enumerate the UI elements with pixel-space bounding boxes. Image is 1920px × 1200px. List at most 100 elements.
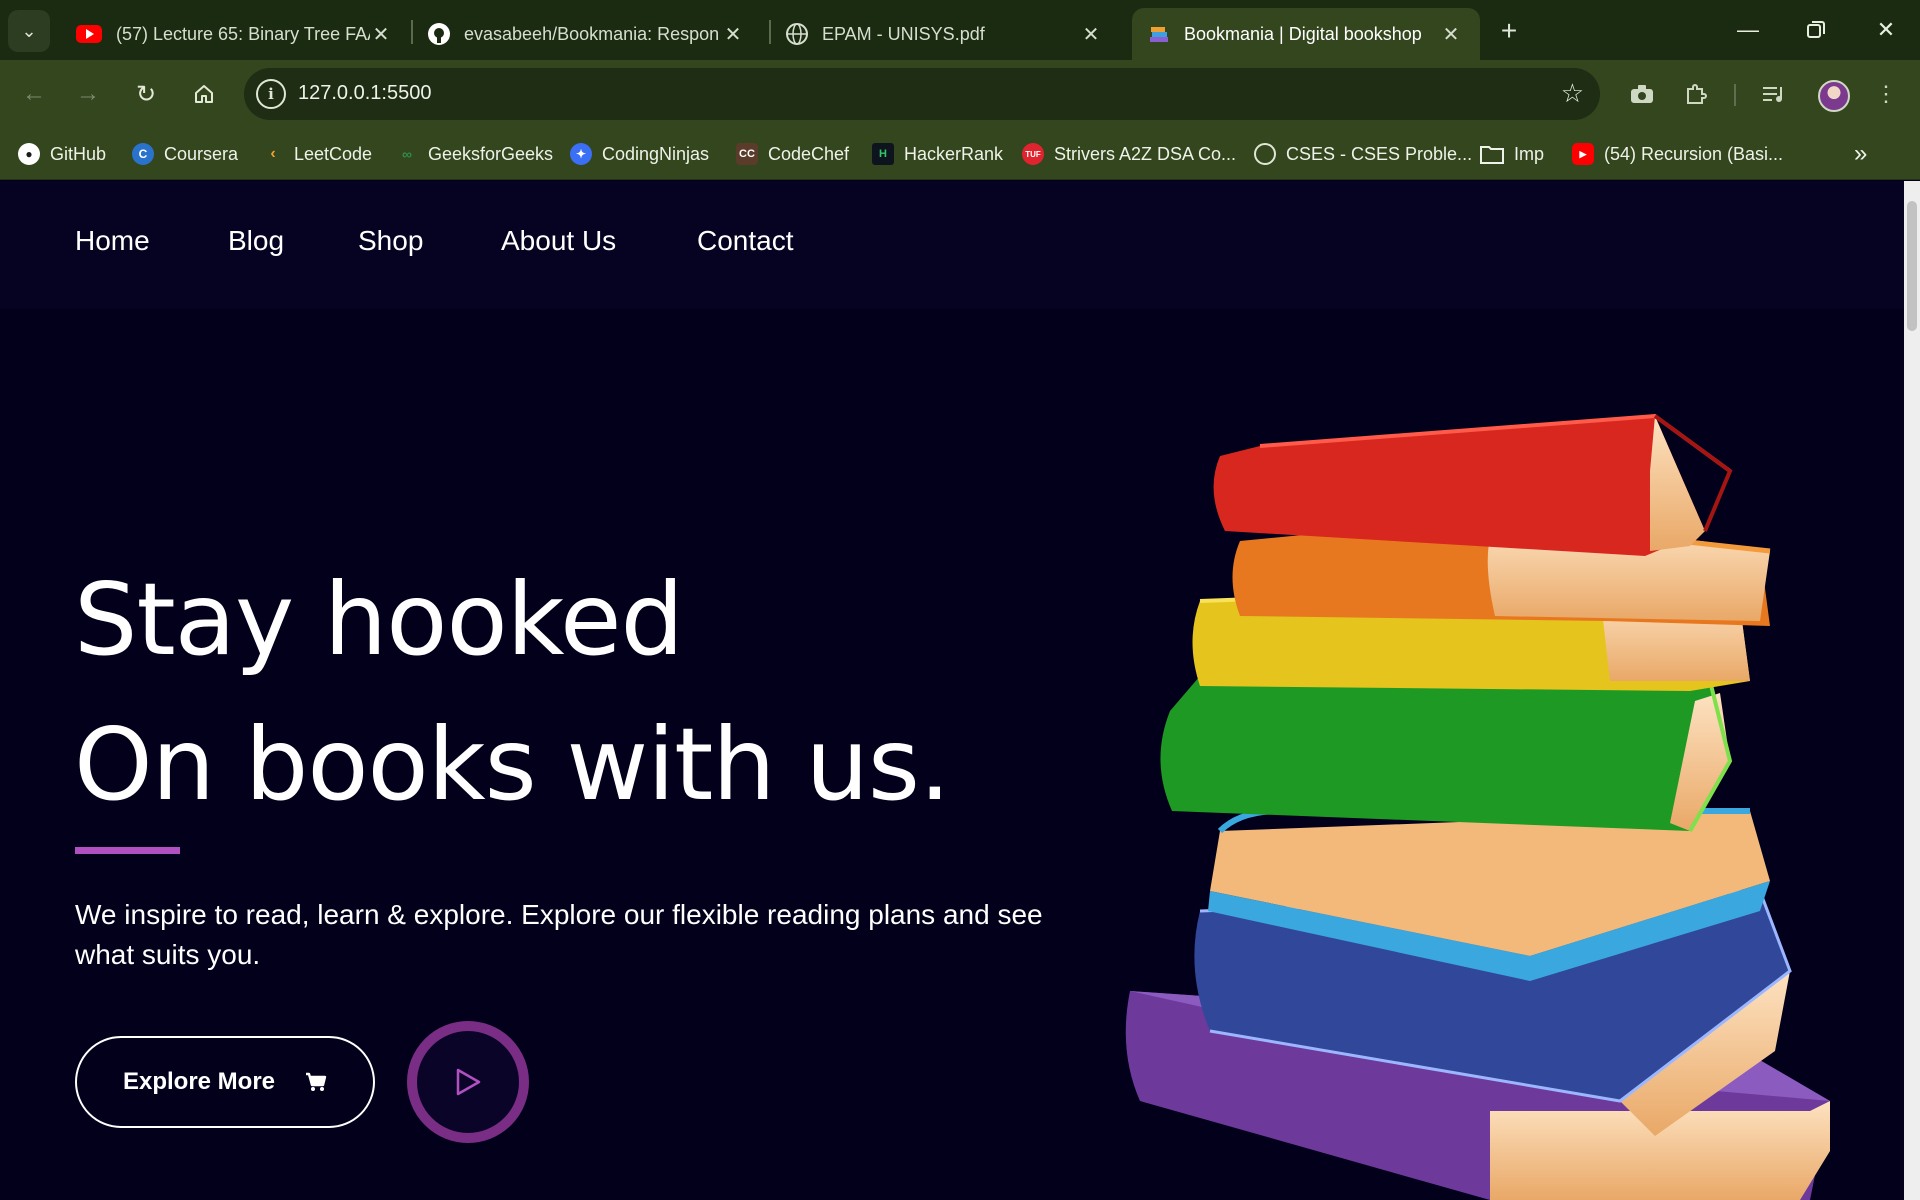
geeksforgeeks-icon: ∞ <box>402 146 412 162</box>
bookmark-label: CodeChef <box>768 143 850 164</box>
scrollbar-thumb[interactable] <box>1907 201 1917 331</box>
arrow-right-icon: → <box>76 80 100 107</box>
browser-toolbar: ← → ↻ i 127.0.0.1:5500 ☆ ⋮ <box>0 60 1920 128</box>
reading-list-icon[interactable] <box>1754 74 1794 114</box>
bookmark-github[interactable]: ● GitHub <box>18 140 106 168</box>
plus-icon: + <box>1500 15 1518 46</box>
bookmark-label: (54) Recursion (Basi... <box>1604 143 1784 164</box>
home-icon <box>195 85 213 103</box>
bookmark-label: CodingNinjas <box>602 143 710 164</box>
bookmark-folder-imp[interactable]: Imp <box>1480 140 1544 168</box>
restore-icon <box>1807 21 1825 38</box>
nav-about-us[interactable]: About Us <box>501 225 616 257</box>
chevron-down-icon: ⌄ <box>21 20 37 41</box>
close-icon[interactable]: ✕ <box>1440 22 1462 47</box>
nav-shop[interactable]: Shop <box>358 225 423 257</box>
new-tab-button[interactable]: + <box>1492 14 1526 48</box>
bookmark-strivers[interactable]: TUF Strivers A2Z DSA Co... <box>1022 140 1236 168</box>
profile-avatar[interactable] <box>1818 80 1850 112</box>
back-button[interactable]: ← <box>14 74 54 114</box>
hero-title-line1: Stay hooked <box>74 561 684 678</box>
codechef-icon: CC <box>736 143 758 165</box>
address-bar[interactable]: i 127.0.0.1:5500 ☆ <box>244 68 1600 120</box>
youtube-icon <box>76 25 102 43</box>
bookmark-hackerrank[interactable]: H HackerRank <box>872 140 1003 168</box>
tab-title: (57) Lecture 65: Binary Tree FAA <box>116 23 370 44</box>
tab-github[interactable]: evasabeeh/Bookmania: Respon ✕ <box>412 8 762 60</box>
close-window-button[interactable]: ✕ <box>1860 8 1912 52</box>
minimize-button[interactable]: — <box>1722 8 1774 52</box>
cart-icon <box>306 1072 327 1091</box>
browser-tabstrip: ⌄ (57) Lecture 65: Binary Tree FAA ✕ eva… <box>0 0 1920 60</box>
book-stack-illustration <box>1125 413 1830 1200</box>
hero-title-line2: On books with us. <box>74 706 951 823</box>
explore-more-label: Explore More <box>122 1068 276 1095</box>
restore-button[interactable] <box>1790 8 1842 52</box>
close-icon[interactable]: ✕ <box>370 22 392 47</box>
globe-icon <box>1254 143 1276 165</box>
more-bookmarks-icon[interactable]: » <box>1854 140 1867 168</box>
bookmark-label: HackerRank <box>904 143 1004 164</box>
arrow-left-icon: ← <box>22 80 46 107</box>
camera-icon[interactable] <box>1622 74 1662 114</box>
bookmania-favicon <box>1150 27 1168 42</box>
nav-blog[interactable]: Blog <box>228 225 284 257</box>
tab-title: EPAM - UNISYS.pdf <box>822 23 985 44</box>
play-icon <box>456 1068 481 1096</box>
home-button[interactable] <box>184 74 224 114</box>
tab-search-button[interactable]: ⌄ <box>8 10 50 52</box>
minimize-icon: — <box>1737 17 1759 42</box>
url-text[interactable]: 127.0.0.1:5500 <box>298 82 431 105</box>
bookmark-codingninjas[interactable]: ✦ CodingNinjas <box>570 140 709 168</box>
tuf-icon: TUF <box>1022 143 1044 165</box>
extensions-icon[interactable] <box>1676 74 1716 114</box>
bookmark-recursion[interactable]: ▶ (54) Recursion (Basi... <box>1572 140 1783 168</box>
nav-home[interactable]: Home <box>75 225 150 257</box>
tab-title: Bookmania | Digital bookshop <box>1184 23 1422 44</box>
close-icon[interactable]: ✕ <box>1080 22 1102 47</box>
bookmark-label: Strivers A2Z DSA Co... <box>1054 143 1237 164</box>
hero-underline <box>75 847 180 854</box>
close-icon: ✕ <box>1876 17 1896 42</box>
play-video-button[interactable] <box>407 1021 529 1143</box>
bookmark-cses[interactable]: CSES - CSES Proble... <box>1254 140 1472 168</box>
tab-pdf[interactable]: EPAM - UNISYS.pdf ✕ <box>770 8 1120 60</box>
folder-icon <box>1480 146 1504 164</box>
tab-bookmania[interactable]: Bookmania | Digital bookshop ✕ <box>1132 8 1480 60</box>
toolbar-separator <box>1734 84 1736 106</box>
bookmark-geeksforgeeks[interactable]: ∞ GeeksforGeeks <box>396 140 553 168</box>
leetcode-icon: ‹ <box>270 145 276 162</box>
close-icon[interactable]: ✕ <box>722 22 744 47</box>
youtube-icon: ▶ <box>1572 143 1594 165</box>
hero-description: We inspire to read, learn & explore. Exp… <box>75 899 1043 970</box>
bookmark-leetcode[interactable]: ‹ LeetCode <box>262 140 372 168</box>
bookmarks-bar: ● GitHub C Coursera ‹ LeetCode ∞ Geeksfo… <box>0 128 1920 180</box>
codingninjas-icon: ✦ <box>570 143 592 165</box>
forward-button[interactable]: → <box>68 74 108 114</box>
bookmania-page: Home Blog Shop About Us Contact Stay hoo… <box>0 181 1904 1200</box>
bookmark-coursera[interactable]: C Coursera <box>132 140 238 168</box>
bookmark-codechef[interactable]: CC CodeChef <box>736 140 849 168</box>
tab-title: evasabeeh/Bookmania: Respon <box>464 23 720 44</box>
github-icon <box>428 23 450 45</box>
coursera-icon: C <box>132 143 154 165</box>
reload-icon: ↻ <box>135 80 157 108</box>
bookmark-label: LeetCode <box>294 143 373 164</box>
nav-contact[interactable]: Contact <box>697 225 794 257</box>
site-info-icon[interactable]: i <box>256 79 286 109</box>
hackerrank-icon: H <box>872 143 894 165</box>
explore-more-button[interactable]: Explore More <box>75 1036 375 1128</box>
star-icon[interactable]: ☆ <box>1561 78 1584 109</box>
bookmark-label: CSES - CSES Proble... <box>1286 143 1473 164</box>
reload-button[interactable]: ↻ <box>126 74 166 114</box>
bookmark-label: Coursera <box>164 143 239 164</box>
tab-lecture[interactable]: (57) Lecture 65: Binary Tree FAA ✕ <box>60 8 410 60</box>
page-scrollbar[interactable] <box>1904 181 1920 1200</box>
bookmark-label: Imp <box>1514 143 1545 164</box>
bookmark-label: GitHub <box>50 143 107 164</box>
menu-icon[interactable]: ⋮ <box>1866 74 1906 114</box>
bookmark-label: GeeksforGeeks <box>428 143 554 164</box>
github-icon: ● <box>18 143 40 165</box>
site-navbar: Home Blog Shop About Us Contact <box>0 181 1904 309</box>
globe-icon <box>786 23 808 45</box>
